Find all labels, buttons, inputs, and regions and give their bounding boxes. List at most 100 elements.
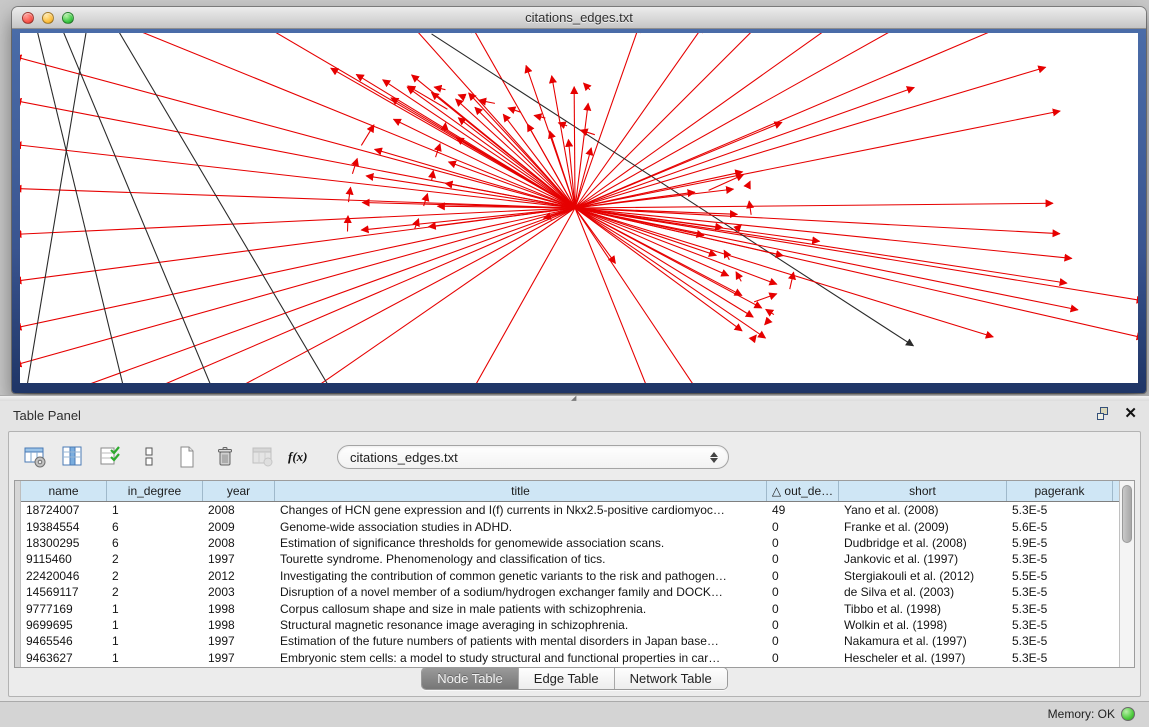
column-header-title[interactable]: title [275,481,767,501]
graph-edge [458,95,465,98]
graph-edge [558,123,567,126]
cell-out_degree: 0 [767,552,839,566]
table-row[interactable]: 1456911722003Disruption of a novel membe… [21,584,1119,600]
cell-in_degree: 1 [107,634,203,648]
graph-edge [361,208,575,230]
table-panel: Table Panel ✕ [0,401,1149,701]
column-header-short[interactable]: short [839,481,1007,501]
cell-out_degree: 0 [767,602,839,616]
cell-out_degree: 0 [767,536,839,550]
table-body: 1872400712008Changes of HCN gene express… [21,502,1119,667]
cell-title: Changes of HCN gene expression and I(f) … [275,503,767,517]
cell-year: 1997 [203,552,275,566]
cell-name: 9699695 [21,618,107,632]
show-columns-icon[interactable] [57,442,89,472]
status-bar: Memory: OK [0,701,1149,727]
graph-edge [36,33,125,383]
cell-pagerank: 5.3E-5 [1007,585,1113,599]
cell-name: 9465546 [21,634,107,648]
tab-node-table[interactable]: Node Table [422,668,519,689]
new-column-icon[interactable] [171,442,203,472]
select-rows-icon[interactable] [95,442,127,472]
cell-year: 2009 [203,520,275,534]
graph-edge [575,87,914,208]
graph-edge [575,203,1053,208]
cell-pagerank: 5.6E-5 [1007,520,1113,534]
table-row[interactable]: 1872400712008Changes of HCN gene express… [21,502,1119,518]
node-table: namein_degreeyeartitle△ out_de…shortpage… [14,480,1135,668]
cell-in_degree: 1 [107,618,203,632]
cell-short: de Silva et al. (2003) [839,585,1007,599]
cell-in_degree: 6 [107,536,203,550]
graph-edge [753,335,756,339]
cell-out_degree: 0 [767,618,839,632]
graph-edge [444,123,445,131]
table-selector-value: citations_edges.txt [338,450,706,465]
table-row[interactable]: 1830029562008Estimation of significance … [21,535,1119,551]
cell-name: 9463627 [21,651,107,665]
table-options-icon[interactable] [19,442,51,472]
table-row[interactable]: 946362711997Embryonic stem cells: a mode… [21,650,1119,666]
cell-out_degree: 0 [767,520,839,534]
column-header-pagerank[interactable]: pagerank [1007,481,1113,501]
network-view-window: citations_edges.txt [12,7,1146,393]
tab-edge-table[interactable]: Edge Table [519,668,615,689]
cell-short: Wolkin et al. (1998) [839,618,1007,632]
citation-graph[interactable] [20,33,1138,383]
cell-short: Franke et al. (2009) [839,520,1007,534]
cell-pagerank: 5.9E-5 [1007,536,1113,550]
graph-edge [432,171,434,181]
graph-edge [575,111,1060,208]
table-scrollbar[interactable] [1119,481,1134,667]
table-row[interactable]: 2242004622012Investigating the contribut… [21,568,1119,584]
graph-edge [394,119,576,208]
table-selector-dropdown[interactable]: citations_edges.txt [337,445,729,469]
column-header-name[interactable]: name [21,481,107,501]
network-canvas[interactable] [20,33,1138,383]
graph-edge [20,208,575,328]
graph-edge [375,149,575,208]
delete-column-icon[interactable] [209,442,241,472]
table-row[interactable]: 977716911998Corpus callosum shape and si… [21,600,1119,616]
table-row[interactable]: 911546021997Tourette syndrome. Phenomeno… [21,551,1119,567]
cell-short: Dudbridge et al. (2008) [839,536,1007,550]
cell-pagerank: 5.3E-5 [1007,602,1113,616]
close-panel-icon[interactable]: ✕ [1124,407,1137,420]
window-titlebar[interactable]: citations_edges.txt [12,7,1146,29]
network-view-frame [12,29,1146,393]
table-row[interactable]: 969969511998Structural magnetic resonanc… [21,617,1119,633]
cell-pagerank: 5.5E-5 [1007,569,1113,583]
column-header-out_degree[interactable]: △ out_de… [767,481,839,501]
import-table-icon [247,442,279,472]
graph-edge [575,33,639,208]
table-row[interactable]: 946554611997Estimation of the future num… [21,633,1119,649]
cell-in_degree: 1 [107,602,203,616]
cell-in_degree: 2 [107,585,203,599]
cell-short: Jankovic et al. (1997) [839,552,1007,566]
cell-pagerank: 5.3E-5 [1007,503,1113,517]
tab-network-table[interactable]: Network Table [615,668,727,689]
row-height-icon[interactable] [133,442,165,472]
graph-edge [575,208,1060,234]
memory-status-label: Memory: OK [1048,707,1115,721]
graph-edge [580,130,595,135]
cell-name: 14569117 [21,585,107,599]
graph-edge [584,83,590,90]
graph-edge [436,144,441,157]
function-builder-icon[interactable]: f(x) [285,442,317,472]
graph-edge [575,208,1138,301]
graph-edge [575,208,649,383]
column-header-in_degree[interactable]: in_degree [107,481,203,501]
cell-in_degree: 6 [107,520,203,534]
column-header-year[interactable]: year [203,481,275,501]
graph-edge [26,33,87,383]
cell-title: Embryonic stem cells: a model to study s… [275,651,767,665]
cell-short: Tibbo et al. (1998) [839,602,1007,616]
cell-pagerank: 5.3E-5 [1007,618,1113,632]
table-row[interactable]: 1938455462009Genome-wide association stu… [21,518,1119,534]
graph-edge [575,208,1067,283]
scrollbar-thumb[interactable] [1122,485,1132,543]
float-panel-icon[interactable] [1097,407,1110,420]
cell-out_degree: 0 [767,634,839,648]
graph-edge [574,87,575,208]
